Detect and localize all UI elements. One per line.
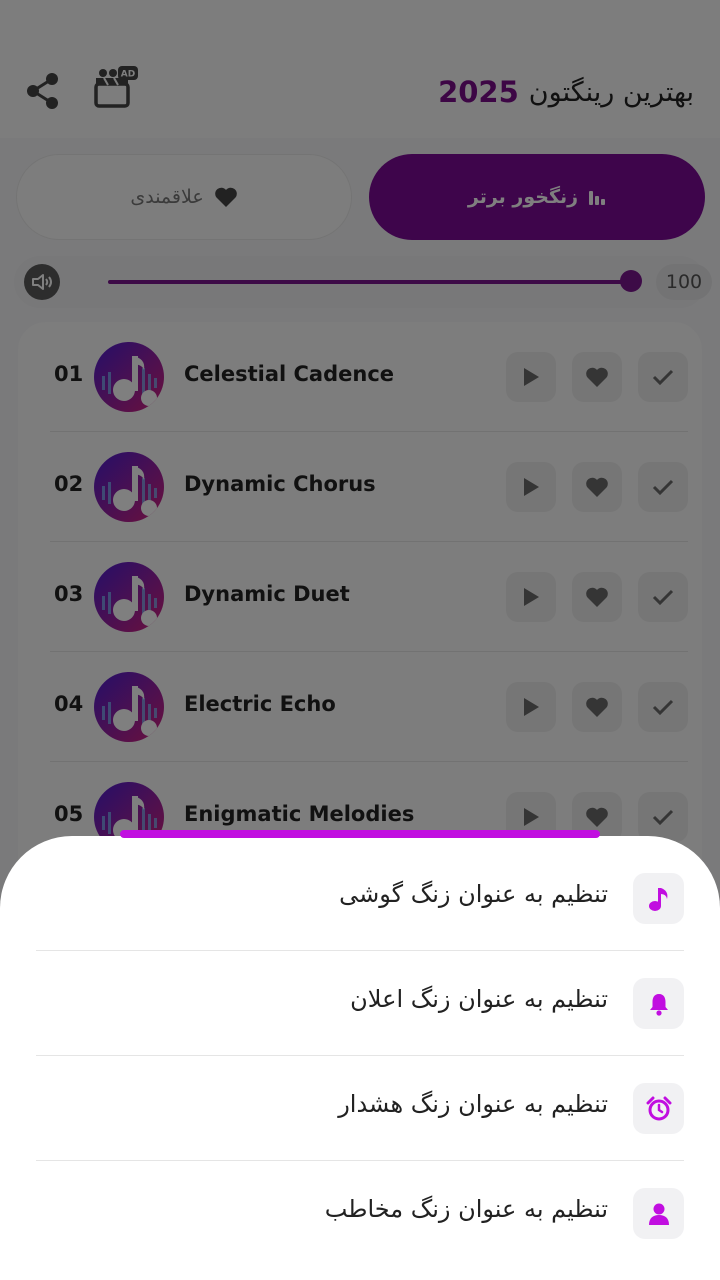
- option-set-notification-sound[interactable]: تنظیم به عنوان زنگ اعلان: [36, 951, 684, 1056]
- option-label: تنظیم به عنوان زنگ گوشی: [339, 880, 608, 908]
- option-set-contact-ringtone[interactable]: تنظیم به عنوان زنگ مخاطب: [36, 1161, 684, 1266]
- option-label: تنظیم به عنوان زنگ هشدار: [338, 1090, 608, 1118]
- alarm-clock-icon: [633, 1083, 684, 1134]
- option-label: تنظیم به عنوان زنگ اعلان: [350, 985, 608, 1013]
- option-set-phone-ringtone[interactable]: تنظیم به عنوان زنگ گوشی: [36, 846, 684, 951]
- sheet-drag-handle[interactable]: [120, 830, 600, 838]
- option-label: تنظیم به عنوان زنگ مخاطب: [324, 1195, 608, 1223]
- music-note-icon: [633, 873, 684, 924]
- contact-person-icon: [633, 1188, 684, 1239]
- option-set-alarm-sound[interactable]: تنظیم به عنوان زنگ هشدار: [36, 1056, 684, 1161]
- bell-icon: [633, 978, 684, 1029]
- ringtone-options-sheet: تنظیم به عنوان زنگ گوشی تنظیم به عنوان ز…: [0, 836, 720, 1280]
